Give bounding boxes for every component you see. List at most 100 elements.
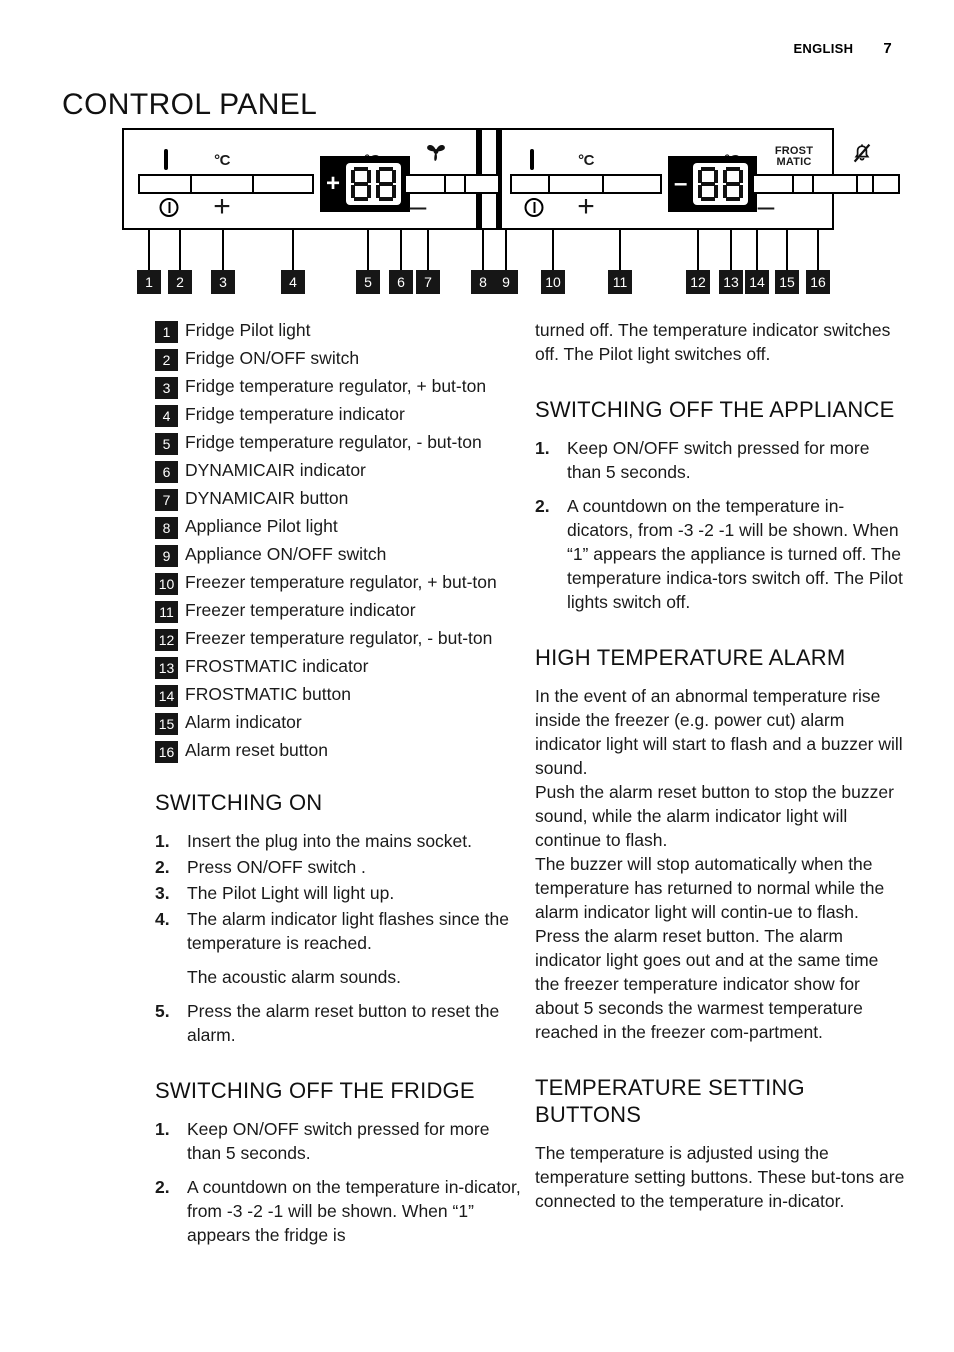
continuation-paragraph: turned off. The temperature indicator sw…: [535, 320, 891, 364]
list-item: 1 Fridge Pilot light: [155, 318, 527, 343]
callout-13: 13: [719, 270, 743, 294]
step-text: A countdown on the temperature in-dicato…: [187, 1177, 521, 1245]
freezer-icon-row: °C °C FROST MATIC: [502, 142, 871, 170]
callout-7: 7: [416, 270, 440, 294]
list-item: 16 Alarm reset button: [155, 738, 527, 763]
list-item: 9 Appliance ON/OFF switch: [155, 542, 527, 567]
legend-label: DYNAMICAIR indicator: [185, 460, 366, 480]
fridge-minus-glyph: –: [409, 190, 427, 223]
callout-chips: 1 2 3 4 5 6 7 8 9 10 11 12 13 14 15 16: [122, 270, 834, 296]
callout-12: 12: [686, 270, 710, 294]
alarm-indicator-cell[interactable]: [858, 176, 874, 192]
list-item: 5. Press the alarm reset button to reset…: [155, 999, 527, 1047]
frostmatic-label: FROST MATIC: [775, 146, 813, 168]
step-number: 1.: [155, 831, 170, 851]
callout-8: 8: [471, 270, 495, 294]
step-text: A countdown on the temperature in-dicato…: [567, 496, 903, 612]
legend-label: Alarm indicator: [185, 712, 302, 732]
alarm-reset-button-cell[interactable]: [874, 176, 898, 192]
leader-line: [292, 230, 294, 270]
list-item: 12 Freezer temperature regulator, - but-…: [155, 626, 527, 651]
freezer-minus-glyph: –: [757, 190, 775, 223]
legend-number: 9: [155, 545, 178, 567]
legend-label: FROSTMATIC indicator: [185, 656, 369, 676]
legend-number: 5: [155, 433, 178, 455]
legend-number: 4: [155, 405, 178, 427]
freezer-display-sign: –: [674, 169, 688, 197]
seven-segment-digit: [351, 167, 372, 201]
leader-line: [222, 230, 224, 270]
appliance-pilot-light-cell[interactable]: [512, 176, 550, 192]
body-columns: 1 Fridge Pilot light 2 Fridge ON/OFF swi…: [0, 318, 954, 1249]
callout-2: 2: [168, 270, 192, 294]
language-label: ENGLISH: [793, 41, 854, 56]
frostmatic-label-line2: MATIC: [776, 156, 812, 168]
step-text: Keep ON/OFF switch pressed for more than…: [567, 438, 870, 482]
section-heading-switching-off-appliance: SWITCHING OFF THE APPLIANCE: [535, 397, 895, 422]
leader-line: [148, 230, 150, 270]
callout-4: 4: [281, 270, 305, 294]
legend-label: Appliance Pilot light: [185, 516, 338, 536]
fridge-icon: [164, 149, 168, 170]
section-heading-temperature-setting-buttons: TEMPERATURE SETTING BUTTONS: [535, 1075, 805, 1127]
step-number: 2.: [155, 1177, 170, 1197]
alarm-paragraph-1: In the event of an abnormal temperature …: [535, 686, 903, 778]
step-number: 5.: [155, 1001, 170, 1021]
leader-line: [367, 230, 369, 270]
fridge-plus-button-cell[interactable]: [254, 176, 312, 192]
right-column: turned off. The temperature indicator sw…: [535, 318, 907, 1249]
legend-label: Freezer temperature regulator, - but-ton: [185, 628, 493, 648]
legend-number: 13: [155, 657, 178, 679]
list-item: 10 Freezer temperature regulator, + but-…: [155, 570, 527, 595]
legend-label: Fridge ON/OFF switch: [185, 348, 360, 368]
legend-label: Freezer temperature indicator: [185, 600, 416, 620]
legend-label: Appliance ON/OFF switch: [185, 544, 387, 564]
alarm-bell-muted-icon: [851, 142, 873, 168]
list-item: 13 FROSTMATIC indicator: [155, 654, 527, 679]
callout-9: 9: [494, 270, 518, 294]
legend-label: Alarm reset button: [185, 740, 328, 760]
legend-label: Fridge temperature regulator, - but-ton: [185, 432, 482, 452]
list-item: 3. The Pilot Light will light up.: [155, 881, 527, 905]
dynamicair-indicator-cell[interactable]: [446, 176, 466, 192]
legend-number: 3: [155, 377, 178, 399]
leader-line: [427, 230, 429, 270]
fridge-celsius-label: °C: [214, 152, 230, 169]
freezer-celsius-label: °C: [578, 152, 594, 169]
callout-leader-lines: [122, 230, 834, 270]
list-item: 2. A countdown on the temperature in-dic…: [535, 494, 907, 614]
frostmatic-indicator-cell[interactable]: [794, 176, 814, 192]
list-item: 1. Insert the plug into the mains socket…: [155, 829, 527, 853]
page-header: ENGLISH 7: [793, 40, 892, 57]
dynamicair-button-cell[interactable]: [466, 176, 498, 192]
legend-label: FROSTMATIC button: [185, 684, 351, 704]
list-item: 2. A countdown on the temperature in-dic…: [155, 1175, 527, 1247]
legend-number: 12: [155, 629, 178, 651]
freezer-temperature-display: –: [668, 156, 758, 212]
leader-line: [552, 230, 554, 270]
page-title: CONTROL PANEL: [62, 88, 318, 122]
fridge-pilot-light-cell[interactable]: [140, 176, 192, 192]
legend-number: 16: [155, 741, 178, 763]
alarm-paragraph-4: Press the alarm reset button. The alarm …: [535, 926, 879, 1042]
callout-16: 16: [806, 270, 830, 294]
legend-number: 6: [155, 461, 178, 483]
section-heading-high-temperature-alarm: HIGH TEMPERATURE ALARM: [535, 645, 846, 670]
callout-11: 11: [608, 270, 632, 294]
legend-label: Fridge temperature indicator: [185, 404, 405, 424]
fridge-power-icon: [159, 198, 179, 217]
list-item: 6 DYNAMICAIR indicator: [155, 458, 527, 483]
alarm-paragraph-2: Push the alarm reset button to stop the …: [535, 782, 894, 850]
callout-14: 14: [745, 270, 769, 294]
legend-number: 8: [155, 517, 178, 539]
dynamicair-fan-icon: [426, 142, 446, 168]
freezer-plus-button-cell[interactable]: [604, 176, 660, 192]
step-number: 3.: [155, 883, 170, 903]
list-item: 1. Keep ON/OFF switch pressed for more t…: [535, 436, 907, 484]
leader-line: [756, 230, 758, 270]
left-column: 1 Fridge Pilot light 2 Fridge ON/OFF swi…: [155, 318, 527, 1249]
leader-line: [817, 230, 819, 270]
leader-line: [730, 230, 732, 270]
frostmatic-button-cell[interactable]: [814, 176, 858, 192]
list-item: 2. Press ON/OFF switch .: [155, 855, 527, 879]
